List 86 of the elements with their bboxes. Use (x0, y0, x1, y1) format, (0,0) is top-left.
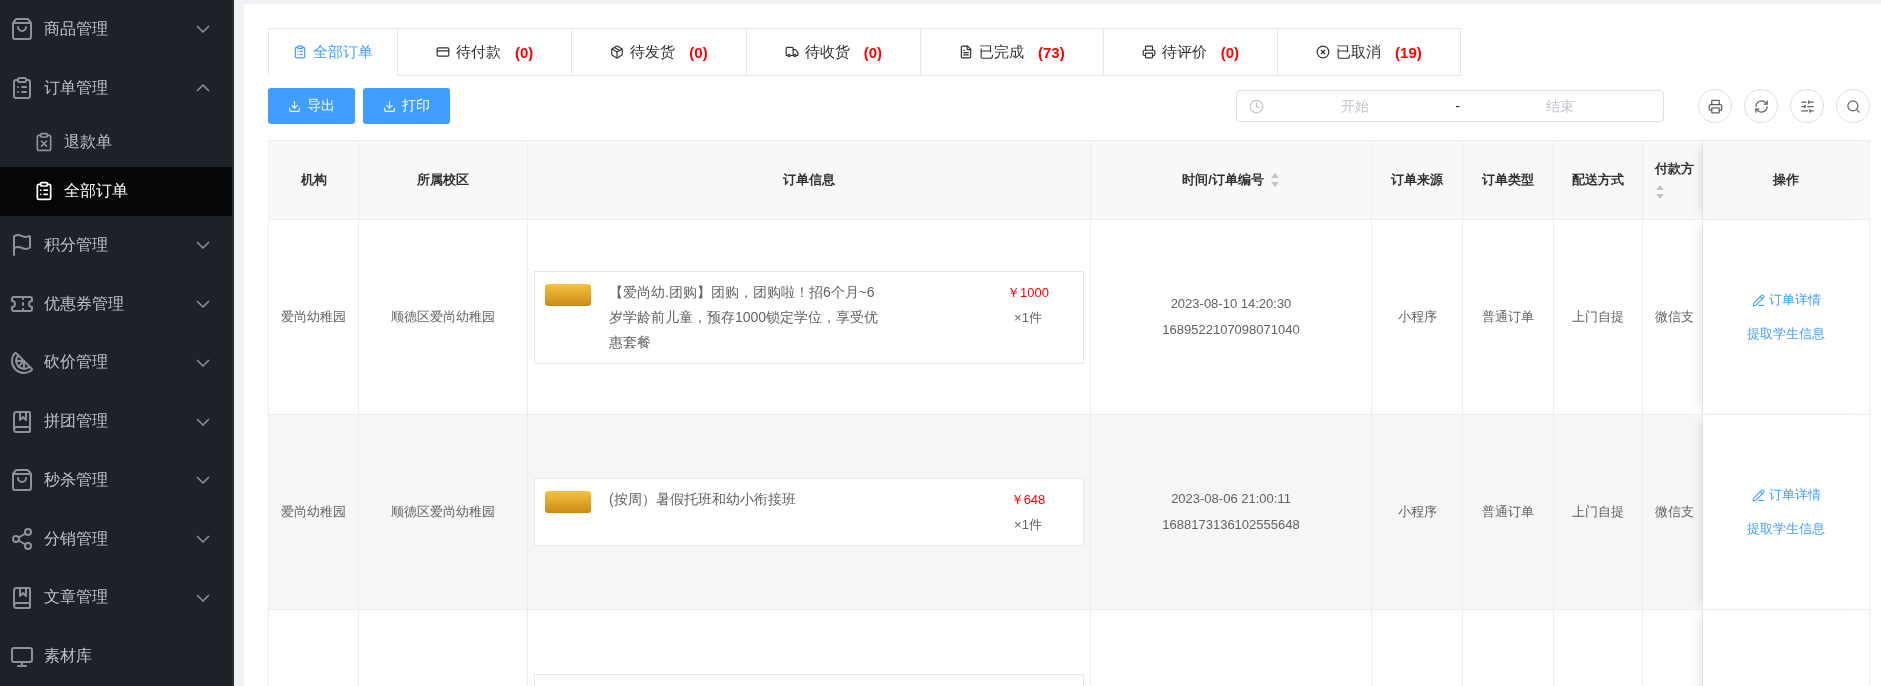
table-cell-text: 1688173136102555648 (1161, 516, 1301, 534)
printer-icon (1141, 45, 1156, 59)
end-date-field[interactable]: 结束 (1469, 97, 1651, 115)
clock-icon (1249, 98, 1264, 114)
date-range-picker[interactable]: 开始 - 结束 (1236, 90, 1664, 122)
table-cell-text: 2023-08-10 14:20:30 (1169, 295, 1293, 313)
search-icon (1845, 98, 1861, 114)
sidebar-item[interactable]: 商品管理 (0, 0, 232, 59)
table-cell-text: 爱尚幼稚园 (280, 308, 347, 326)
column-header: 机构 (269, 141, 359, 220)
sidebar-item[interactable]: 拼团管理 (0, 392, 232, 452)
citrus-slice-icon (10, 350, 34, 375)
column-header: 配送方式 (1554, 141, 1643, 220)
download-icon (288, 99, 301, 113)
sidebar-item[interactable]: 素材库 (0, 627, 232, 686)
table-cell-text: 微信支 (1655, 503, 1694, 521)
column-header: 操作 (1703, 141, 1870, 220)
quantity: ×1件 (1014, 516, 1042, 534)
column-header: 付款方 (1643, 141, 1703, 220)
sidebar-item[interactable]: 优惠券管理 (0, 274, 232, 334)
table-cell-text: 2023-08-06 21:00:11 (1170, 490, 1292, 508)
product-title: 【爱尚幼.团购】团购，团购啦！招6个月~6岁学龄前儿童，预存1000锁定学位，享受优惠套餐 (609, 282, 880, 352)
table-cell-text: 1689522107098071040 (1161, 321, 1301, 339)
bag-icon (10, 17, 34, 42)
monitor-icon (10, 644, 34, 669)
refresh-button[interactable] (1744, 89, 1778, 123)
tab[interactable]: 已取消 (19) (1277, 29, 1460, 76)
column-header: 所属校区 (359, 141, 528, 220)
sliders-icon (1799, 98, 1815, 114)
column-header: 订单来源 (1372, 141, 1463, 220)
search-button[interactable] (1836, 89, 1870, 123)
columns-button[interactable] (1790, 89, 1824, 123)
tab[interactable]: 已完成 (73) (920, 29, 1103, 76)
edit-icon (1751, 488, 1765, 502)
card-icon (436, 45, 450, 59)
print-button[interactable] (1698, 89, 1732, 123)
sidebar-subitem[interactable]: 退款单 (0, 117, 232, 167)
tab[interactable]: 待评价 (0) (1102, 29, 1278, 76)
sidebar-item[interactable]: 积分管理 (0, 216, 232, 275)
table-cell-text: 微信支 (1655, 308, 1694, 326)
book-icon (10, 585, 34, 610)
clipboard-icon (293, 45, 307, 59)
start-date-field[interactable]: 开始 (1264, 97, 1446, 115)
sidebar-item[interactable]: 秒杀管理 (0, 451, 232, 510)
table-cell-text: 小程序 (1396, 503, 1438, 521)
table-cell-text: 普通订单 (1481, 308, 1535, 326)
document-icon (959, 45, 974, 59)
sidebar-subitem[interactable]: 全部订单 (0, 166, 232, 217)
box-icon (610, 45, 625, 59)
product-thumbnail (545, 491, 591, 513)
table-cell-text: 普通订单 (1481, 503, 1535, 521)
sidebar-item[interactable]: 订单管理 (0, 58, 232, 118)
book-icon (10, 409, 34, 434)
range-separator: - (1454, 98, 1461, 114)
table-cell-text: 小程序 (1396, 308, 1438, 326)
column-header: 订单信息 (528, 141, 1091, 220)
column-header: 订单类型 (1463, 141, 1554, 220)
download-icon (383, 99, 396, 113)
bag-icon (10, 468, 34, 493)
table-cell-text: 顺德区爱尚幼稚园 (390, 308, 496, 326)
flag-icon (10, 233, 34, 258)
table-cell-text: 上门自提 (1571, 308, 1625, 326)
tab[interactable]: 待发货 (0) (571, 29, 746, 76)
price: ￥648 (1010, 491, 1046, 509)
truck-icon (784, 45, 799, 59)
quantity: ×1件 (1014, 308, 1042, 327)
clipboard-x-icon (34, 132, 54, 153)
sidebar-item[interactable]: 文章管理 (0, 568, 232, 628)
circle-x-icon (1316, 45, 1331, 59)
clipboard-icon (34, 181, 54, 202)
tab[interactable]: 待付款 (0) (397, 29, 572, 76)
printer-icon (1707, 98, 1723, 114)
refresh-icon (1753, 98, 1769, 114)
product-title: (按周）暑假托班和幼小衔接班 (609, 490, 797, 509)
column-header: 时间/订单编号 (1091, 141, 1372, 220)
sidebar-item[interactable]: 砍价管理 (0, 333, 232, 393)
clipboard-icon (10, 76, 34, 101)
edit-icon (1751, 293, 1765, 307)
table-cell-text: 上门自提 (1571, 503, 1625, 521)
table-cell-text: 爱尚幼稚园 (280, 503, 347, 521)
tab[interactable]: 待收货 (0) (745, 29, 921, 76)
table-cell-text: 顺德区爱尚幼稚园 (390, 503, 496, 521)
sidebar-item[interactable]: 分销管理 (0, 509, 232, 569)
share-icon (10, 527, 34, 552)
price: ￥1000 (1007, 283, 1049, 302)
product-thumbnail (545, 283, 591, 306)
